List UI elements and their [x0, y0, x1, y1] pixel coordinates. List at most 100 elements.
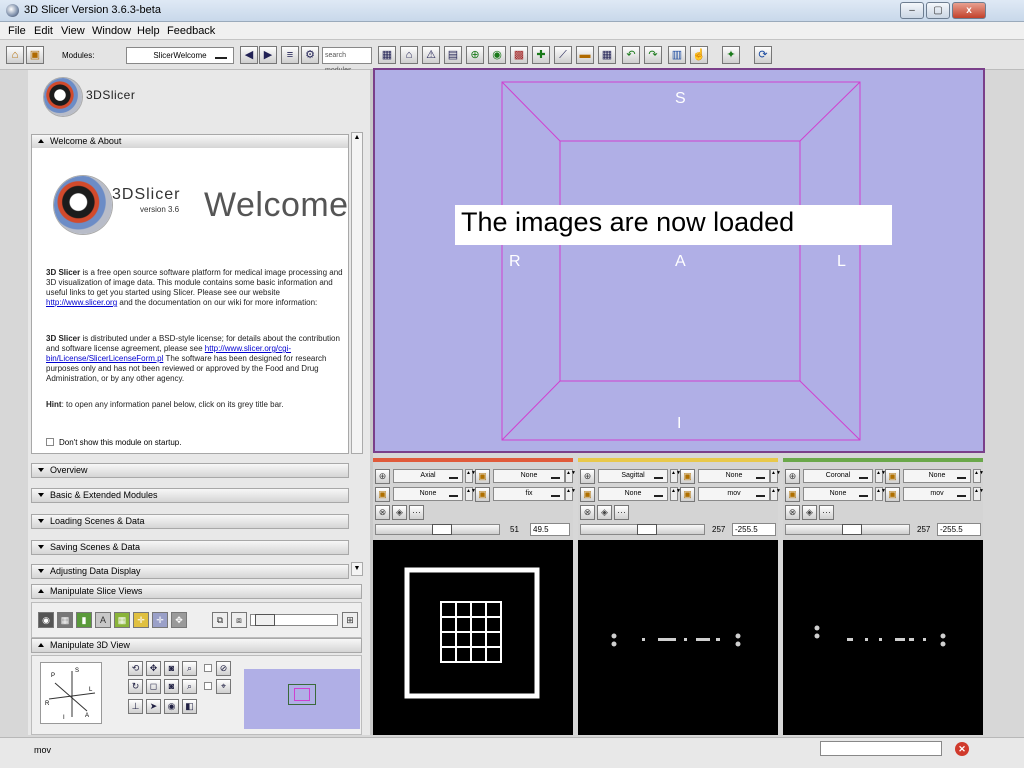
- module-settings-icon[interactable]: ⚙: [301, 46, 319, 64]
- background-select[interactable]: mov: [698, 487, 770, 501]
- menu-help[interactable]: Help: [137, 25, 160, 37]
- foreground-select[interactable]: None: [698, 469, 770, 483]
- background-select[interactable]: mov: [903, 487, 971, 501]
- more-icon[interactable]: ⋯: [614, 505, 629, 520]
- green-slice-icon[interactable]: ▮: [76, 612, 92, 628]
- opacity-slider[interactable]: [250, 614, 338, 626]
- eye-icon[interactable]: ◉: [38, 612, 54, 628]
- annotation-icon[interactable]: A: [95, 612, 111, 628]
- dont-show-checkbox[interactable]: Don't show this module on startup.: [46, 438, 181, 447]
- link-icon[interactable]: ⊗: [785, 505, 800, 520]
- center-icon[interactable]: ⊥: [128, 699, 143, 714]
- zoom-out-icon[interactable]: ⌕: [182, 679, 197, 694]
- undo-icon[interactable]: ↶: [622, 46, 640, 64]
- menu-edit[interactable]: Edit: [34, 25, 53, 37]
- spin-icon[interactable]: ▲▼: [770, 469, 781, 483]
- fov-icon[interactable]: ⧉: [212, 612, 228, 628]
- move-icon[interactable]: ✥: [171, 612, 187, 628]
- pan-icon[interactable]: ✥: [146, 661, 161, 676]
- stereo-icon[interactable]: ◧: [182, 699, 197, 714]
- slicer-website-link[interactable]: http://www.slicer.org: [46, 298, 117, 307]
- slice-crosshair-icon[interactable]: ⊕: [580, 469, 595, 484]
- search-modules-input[interactable]: search modules: [322, 47, 372, 74]
- scroll-up-icon[interactable]: ▲: [352, 133, 362, 143]
- welcome-section-header[interactable]: Welcome & About: [31, 134, 349, 149]
- background-icon[interactable]: ▣: [885, 487, 900, 502]
- module-history-icon[interactable]: ≡: [281, 46, 299, 64]
- slice-crosshair-icon[interactable]: ⊕: [375, 469, 390, 484]
- menu-view[interactable]: View: [61, 25, 85, 37]
- next-module-icon[interactable]: ▶: [259, 46, 277, 64]
- data-module-icon[interactable]: ▣: [26, 46, 44, 64]
- menu-window[interactable]: Window: [92, 25, 131, 37]
- spin-icon[interactable]: ▲▼: [875, 487, 886, 501]
- foreground-icon[interactable]: ▣: [885, 469, 900, 484]
- crosshair-icon[interactable]: ✛: [152, 612, 168, 628]
- label-layer-icon[interactable]: ▣: [785, 487, 800, 502]
- prev-module-icon[interactable]: ◀: [240, 46, 258, 64]
- background-icon[interactable]: ▣: [680, 487, 695, 502]
- maximize-button[interactable]: ▢: [926, 2, 950, 19]
- sagittal-slice-viewer[interactable]: [578, 540, 778, 735]
- label-layer-icon[interactable]: ▣: [375, 487, 390, 502]
- slice-offset-slider[interactable]: [785, 524, 910, 535]
- visibility-icon[interactable]: ◈: [392, 505, 407, 520]
- label-select[interactable]: None: [393, 487, 463, 501]
- spin-icon[interactable]: ▲▼: [875, 469, 886, 483]
- menu-file[interactable]: File: [8, 25, 26, 37]
- axis-3d-icon[interactable]: ⌖: [216, 679, 231, 694]
- snapshot-icon[interactable]: ◙: [164, 679, 179, 694]
- close-button[interactable]: x: [952, 2, 986, 19]
- home-view-icon[interactable]: ⌂: [400, 46, 418, 64]
- more-icon[interactable]: ⋯: [409, 505, 424, 520]
- welcome-scrollbar[interactable]: ▲: [351, 132, 363, 454]
- manipulate-slice-header[interactable]: Manipulate Slice Views: [31, 584, 362, 599]
- cube-view-icon[interactable]: ◻: [146, 679, 161, 694]
- measure-icon[interactable]: ✚: [532, 46, 550, 64]
- background-select[interactable]: fix: [493, 487, 565, 501]
- slice-offset-entry[interactable]: 49.5: [530, 523, 570, 536]
- visibility-icon[interactable]: ◈: [802, 505, 817, 520]
- orientation-select[interactable]: Axial: [393, 469, 463, 483]
- slider-thumb[interactable]: [432, 524, 452, 535]
- overview-section-header[interactable]: Overview: [31, 463, 349, 478]
- link-icon[interactable]: ⊗: [580, 505, 595, 520]
- spin-icon[interactable]: ▲▼: [973, 469, 984, 483]
- view-option-checkbox-2[interactable]: [204, 682, 212, 690]
- label-layer-icon[interactable]: ▣: [580, 487, 595, 502]
- 3d-navigator-minimap[interactable]: [244, 669, 360, 729]
- spin-icon[interactable]: ▲▼: [565, 469, 576, 483]
- spin-icon[interactable]: ▲▼: [670, 487, 681, 501]
- layout-conventional-icon[interactable]: ▦: [378, 46, 396, 64]
- foreground-icon[interactable]: ▣: [475, 469, 490, 484]
- spin-icon[interactable]: ▲▼: [465, 487, 476, 501]
- spin-icon[interactable]: ▲▼: [565, 487, 576, 501]
- menu-feedback[interactable]: Feedback: [167, 25, 215, 37]
- view-axes-widget[interactable]: P S L R I A: [40, 662, 102, 724]
- label-select[interactable]: None: [803, 487, 873, 501]
- fit-icon[interactable]: ⧈: [231, 612, 247, 628]
- place-fiducial-icon[interactable]: ✦: [722, 46, 740, 64]
- foreground-select[interactable]: None: [493, 469, 565, 483]
- link-icon[interactable]: ⊗: [375, 505, 390, 520]
- slider-thumb[interactable]: [637, 524, 657, 535]
- orientation-select[interactable]: Sagittal: [598, 469, 668, 483]
- zoom-in-icon[interactable]: ⌕: [182, 661, 197, 676]
- spin-icon[interactable]: ▲▼: [670, 469, 681, 483]
- slice-offset-slider[interactable]: [580, 524, 705, 535]
- grid-icon[interactable]: ▦: [114, 612, 130, 628]
- more-icon[interactable]: ⋯: [819, 505, 834, 520]
- spin-icon[interactable]: ▲▼: [770, 487, 781, 501]
- basic-modules-section-header[interactable]: Basic & Extended Modules: [31, 488, 349, 503]
- spin-icon[interactable]: ▲▼: [973, 487, 984, 501]
- slider-options-icon[interactable]: ⊞: [342, 612, 358, 628]
- background-icon[interactable]: ▣: [475, 487, 490, 502]
- manipulate-3d-header[interactable]: Manipulate 3D View: [31, 638, 362, 653]
- panel-scroll-down[interactable]: ▼: [351, 562, 363, 576]
- slice-crosshair-icon[interactable]: ⊕: [785, 469, 800, 484]
- home-module-icon[interactable]: ⌂: [6, 46, 24, 64]
- volumes-icon[interactable]: ▤: [444, 46, 462, 64]
- mouse-mode-icon[interactable]: ☝: [690, 46, 708, 64]
- visibility-icon[interactable]: ◈: [597, 505, 612, 520]
- crosshair-yellow-icon[interactable]: ✛: [133, 612, 149, 628]
